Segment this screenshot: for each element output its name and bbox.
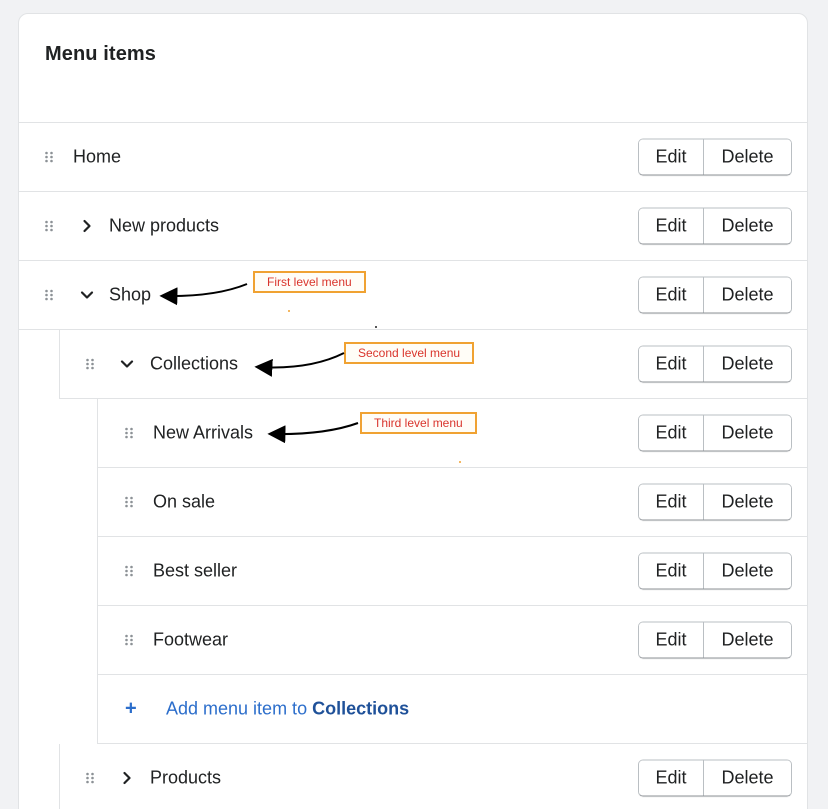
arrow-third-level bbox=[267, 422, 359, 444]
arrow-second-level bbox=[254, 352, 345, 377]
annotation-dot bbox=[375, 326, 377, 328]
annotation-dot bbox=[459, 461, 461, 463]
annotation-dot bbox=[288, 310, 290, 312]
arrow-first-level bbox=[159, 283, 248, 306]
annotation-arrows bbox=[159, 283, 359, 444]
